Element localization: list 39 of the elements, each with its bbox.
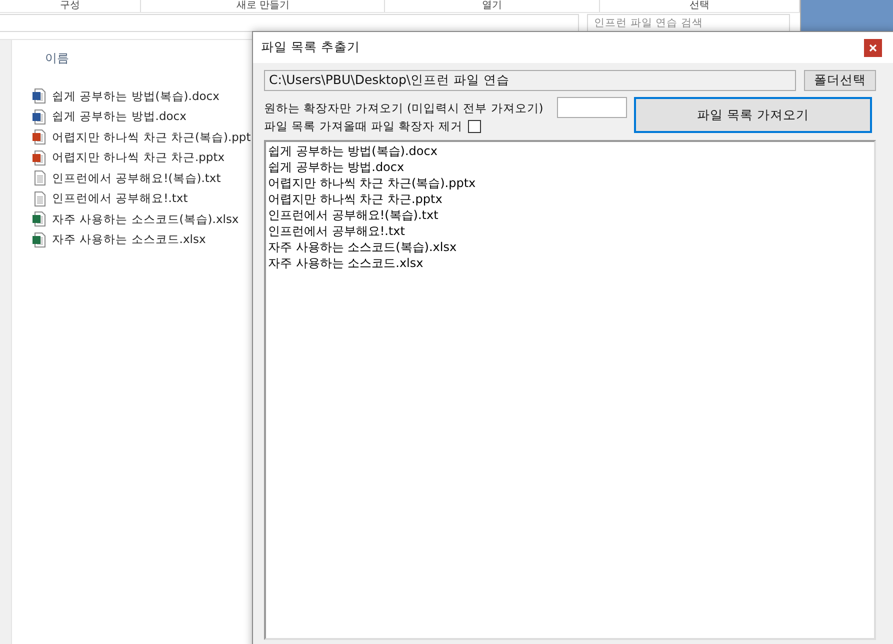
document-icon: [32, 211, 48, 228]
ribbon-group-label[interactable]: 열기: [385, 0, 600, 12]
remove-extension-label: 파일 목록 가져올때 파일 확장자 제거: [264, 119, 552, 134]
ribbon-group-label[interactable]: 선택: [600, 0, 800, 12]
output-line: 인프런에서 공부해요!(복습).txt: [268, 207, 440, 223]
document-icon: [32, 232, 48, 248]
extension-label: 원하는 확장자만 가져오기 (미입력시 전부 가져오기): [264, 101, 544, 116]
extension-field[interactable]: [557, 97, 627, 118]
text-file-icon: [32, 190, 48, 207]
ribbon-group-label[interactable]: 새로 만들기: [141, 0, 386, 12]
document-icon: [32, 108, 48, 125]
document-icon: [32, 129, 48, 146]
output-textarea[interactable]: 쉽게 공부하는 방법(복습).docx 쉽게 공부하는 방법.docx 어렵지만 하나씩 차근 차근(복습).pptx 어렵지만 하나씩 차근 차근.pptx 인프런에서 공부해요!(복습).txt 인프런에서 공부해요!.txt 자주 사용하는 소스코드(복습).xlsx 자주 사용하는 소스코드.xlsx: [264, 140, 876, 640]
file-name[interactable]: 자주 사용하는 소스코드.xlsx: [52, 232, 206, 248]
checkbox[interactable]: [468, 120, 482, 133]
ribbon-group-label[interactable]: 구성: [0, 0, 142, 12]
output-line: 어렵지만 하나씩 차근 차근(복습).pptx: [268, 175, 477, 191]
document-icon: [32, 88, 48, 104]
file-name[interactable]: 자주 사용하는 소스코드(복습).xlsx: [52, 212, 239, 227]
output-line: 쉽게 공부하는 방법.docx: [268, 159, 406, 175]
window-title: 파일 목록 추출기: [261, 39, 360, 56]
path-field[interactable]: C:\Users\PBU\Desktop\인프런 파일 연습: [264, 70, 796, 91]
file-name[interactable]: 어렵지만 하나씩 차근 차근.pptx: [52, 150, 225, 166]
file-name[interactable]: 인프런에서 공부해요!(복습).txt: [52, 170, 221, 186]
document-icon: [32, 150, 48, 166]
file-name[interactable]: 어렵지만 하나씩 차근 차근(복습).ppt: [52, 130, 251, 145]
text-file-icon: [32, 170, 48, 186]
output-line: 인프런에서 공부해요!.txt: [268, 223, 406, 239]
output-line: 어렵지만 하나씩 차근 차근.pptx: [268, 191, 444, 207]
fetch-list-button[interactable]: 파일 목록 가져오기: [634, 97, 872, 133]
file-name[interactable]: 쉽게 공부하는 방법(복습).docx: [52, 88, 220, 104]
output-line: 자주 사용하는 소스코드.xlsx: [268, 255, 424, 271]
output-line: 쉽게 공부하는 방법(복습).docx: [268, 143, 438, 159]
close-button[interactable]: [864, 38, 882, 56]
file-name[interactable]: 쉽게 공부하는 방법.docx: [52, 109, 186, 124]
output-line: 자주 사용하는 소스코드(복습).xlsx: [268, 239, 458, 255]
folder-select-button[interactable]: 폴더선택: [804, 70, 876, 91]
close-icon: [869, 44, 877, 52]
file-name[interactable]: 인프런에서 공부해요!.txt: [52, 191, 188, 206]
